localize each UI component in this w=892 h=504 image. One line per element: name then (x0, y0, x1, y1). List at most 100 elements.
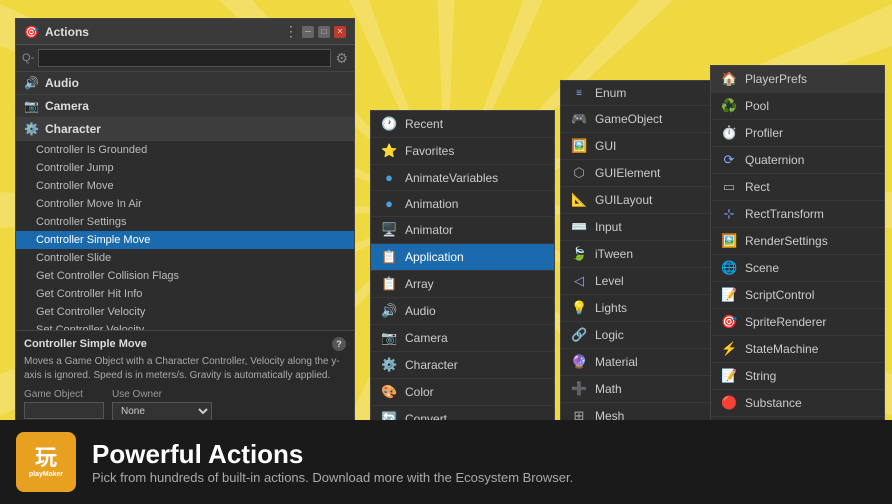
middle-item-recent[interactable]: 🕐 Recent (371, 111, 554, 138)
help-icon[interactable]: ? (332, 337, 346, 351)
audio-icon: 🔊 (24, 76, 39, 90)
guilayout-icon: 📐 (571, 192, 587, 208)
array-icon: 📋 (381, 276, 397, 292)
category-audio[interactable]: 🔊 Audio (16, 72, 354, 95)
middle-item-animation[interactable]: ● Animation (371, 191, 554, 217)
middle-item-array[interactable]: 📋 Array (371, 271, 554, 298)
farright-item-rect[interactable]: ▭ Rect (711, 174, 884, 201)
gameobject-icon: 🎮 (571, 111, 587, 127)
math-icon: ➕ (571, 381, 587, 397)
list-item[interactable]: Get Controller Hit Info (16, 285, 354, 303)
guielement-icon: ⬡ (571, 165, 587, 181)
favorites-icon: ⭐ (381, 143, 397, 159)
farright-item-substance[interactable]: 🔴 Substance (711, 390, 884, 417)
middle-item-application[interactable]: 📋 Application (371, 244, 554, 271)
gear-icon[interactable]: ⚙ (335, 50, 348, 67)
maximize-button[interactable]: □ (318, 26, 330, 38)
middle-item-animatevars[interactable]: ● AnimateVariables (371, 165, 554, 191)
farright-item-quaternion[interactable]: ⟳ Quaternion (711, 147, 884, 174)
game-object-input[interactable] (24, 402, 104, 419)
use-owner-label: Use Owner (112, 389, 212, 400)
itween-icon: 🍃 (571, 246, 587, 262)
farright-item-spriterenderer[interactable]: 🎯 SpriteRenderer (711, 309, 884, 336)
logic-icon: 🔗 (571, 327, 587, 343)
gui-icon: 🖼️ (571, 138, 587, 154)
logo-inner: 玩 playMaker (29, 445, 63, 480)
list-item[interactable]: Controller Jump (16, 159, 354, 177)
actions-icon: 🎯 (24, 25, 39, 39)
list-item[interactable]: Controller Slide (16, 249, 354, 267)
game-object-field: Game Object (24, 389, 104, 421)
list-item-selected[interactable]: Controller Simple Move (16, 231, 354, 249)
farright-item-profiler[interactable]: ⏱️ Profiler (711, 120, 884, 147)
footer-fields: Game Object Use Owner None (24, 389, 346, 421)
scriptcontrol-icon: 📝 (721, 287, 737, 303)
animator-icon: 🖥️ (381, 222, 397, 238)
character-icon2: ⚙️ (381, 357, 397, 373)
list-item[interactable]: Set Controller Velocity (16, 321, 354, 330)
farright-item-scene[interactable]: 🌐 Scene (711, 255, 884, 282)
farright-item-pool[interactable]: ♻️ Pool (711, 93, 884, 120)
use-owner-select[interactable]: None (112, 402, 212, 421)
bottom-bar: 玩 playMaker Powerful Actions Pick from h… (0, 420, 892, 504)
farright-item-rendersettings[interactable]: 🖼️ RenderSettings (711, 228, 884, 255)
farright-item-playerprefs[interactable]: 🏠 PlayerPrefs (711, 66, 884, 93)
playerprefs-icon: 🏠 (721, 71, 737, 87)
middle-item-audio[interactable]: 🔊 Audio (371, 298, 554, 325)
middle-item-color[interactable]: 🎨 Color (371, 379, 554, 406)
farright-item-recttransform[interactable]: ⊹ RectTransform (711, 201, 884, 228)
category-camera[interactable]: 📷 Camera (16, 95, 354, 118)
animation-icon: ● (381, 196, 397, 211)
middle-panel: 🕐 Recent ⭐ Favorites ● AnimateVariables … (370, 110, 555, 434)
search-bar: Q- ⚙ (16, 45, 354, 72)
statemachine-icon: ⚡ (721, 341, 737, 357)
actions-panel-header: 🎯 Actions ⋮ ─ □ ✕ (16, 19, 354, 45)
recttransform-icon: ⊹ (721, 206, 737, 222)
minimize-button[interactable]: ─ (302, 26, 314, 38)
actions-panel: 🎯 Actions ⋮ ─ □ ✕ Q- ⚙ 🔊 Audio 📷 Camera … (15, 18, 355, 428)
enum-icon: ≡ (571, 88, 587, 99)
quaternion-icon: ⟳ (721, 152, 737, 168)
bottom-text-block: Powerful Actions Pick from hundreds of b… (92, 439, 573, 485)
search-input[interactable] (38, 49, 331, 67)
close-button[interactable]: ✕ (334, 26, 346, 38)
character-icon: ⚙️ (24, 122, 39, 136)
string-icon: 📝 (721, 368, 737, 384)
camera-icon: 📷 (381, 330, 397, 346)
middle-item-favorites[interactable]: ⭐ Favorites (371, 138, 554, 165)
rendersettings-icon: 🖼️ (721, 233, 737, 249)
middle-item-character[interactable]: ⚙️ Character (371, 352, 554, 379)
audio-icon: 🔊 (381, 303, 397, 319)
actions-footer: Controller Simple Move ? Moves a Game Ob… (16, 330, 354, 427)
material-icon: 🔮 (571, 354, 587, 370)
rect-icon: ▭ (721, 179, 737, 195)
list-item[interactable]: Controller Settings (16, 213, 354, 231)
level-icon: ◁ (571, 273, 587, 289)
spriterenderer-icon: 🎯 (721, 314, 737, 330)
list-item[interactable]: Get Controller Collision Flags (16, 267, 354, 285)
farright-item-statemachine[interactable]: ⚡ StateMachine (711, 336, 884, 363)
panel-controls: ⋮ ─ □ ✕ (284, 23, 346, 40)
actions-list: 🔊 Audio 📷 Camera ⚙️ Character Controller… (16, 72, 354, 330)
farright-item-string[interactable]: 📝 String (711, 363, 884, 390)
pool-icon: ♻️ (721, 98, 737, 114)
list-item[interactable]: Controller Is Grounded (16, 141, 354, 159)
list-item[interactable]: Get Controller Velocity (16, 303, 354, 321)
playmaker-logo: 玩 playMaker (16, 432, 76, 492)
lights-icon: 💡 (571, 300, 587, 316)
middle-item-camera[interactable]: 📷 Camera (371, 325, 554, 352)
profiler-icon: ⏱️ (721, 125, 737, 141)
search-icon: Q- (22, 52, 34, 64)
application-icon: 📋 (381, 249, 397, 265)
bottom-title: Powerful Actions (92, 439, 573, 470)
dots-icon[interactable]: ⋮ (284, 23, 298, 40)
color-icon2: 🎨 (381, 384, 397, 400)
footer-title: Controller Simple Move ? (24, 337, 346, 351)
scene-icon: 🌐 (721, 260, 737, 276)
list-item[interactable]: Controller Move (16, 177, 354, 195)
category-character[interactable]: ⚙️ Character (16, 118, 354, 141)
animatevars-icon: ● (381, 170, 397, 185)
farright-item-scriptcontrol[interactable]: 📝 ScriptControl (711, 282, 884, 309)
middle-item-animator[interactable]: 🖥️ Animator (371, 217, 554, 244)
list-item[interactable]: Controller Move In Air (16, 195, 354, 213)
